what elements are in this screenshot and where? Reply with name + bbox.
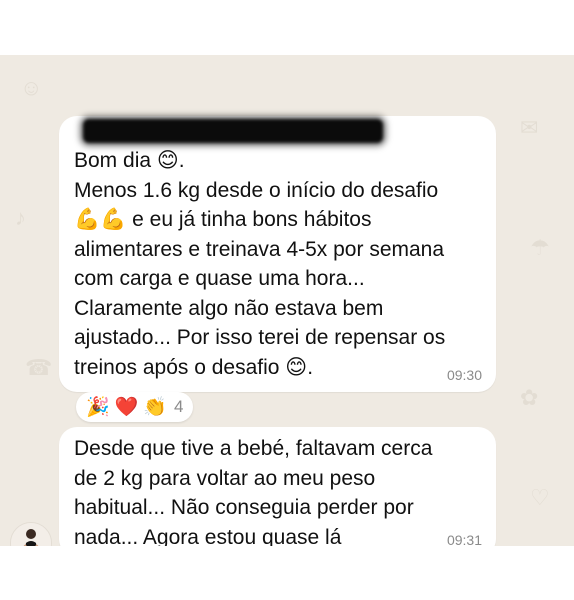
- reactions-bar[interactable]: 🎉 ❤️ 👏 4: [76, 392, 194, 422]
- doodle-icon: ☺: [20, 75, 43, 100]
- doodle-icon: ☂: [530, 235, 550, 260]
- doodle-icon: ✿: [520, 385, 539, 410]
- chat-area: ☺ ✉ ☂ ♪ ☎ ✿ ♡ Bom dia 😊. Menos 1.6 kg de…: [0, 55, 574, 546]
- message-bubble[interactable]: Bom dia 😊. Menos 1.6 kg desde o início d…: [59, 116, 496, 392]
- doodle-icon: ♡: [530, 485, 550, 510]
- doodle-icon: ♪: [15, 205, 26, 230]
- party-popper-icon: 🎉: [86, 396, 110, 418]
- reaction-count: 4: [174, 397, 184, 416]
- message-text: Bom dia 😊. Menos 1.6 kg desde o início d…: [74, 149, 446, 379]
- redacted-sender-name: [83, 119, 383, 143]
- message-text: Desde que tive a bebé, faltavam cerca de…: [74, 437, 433, 546]
- doodle-icon: ☎: [25, 355, 53, 380]
- message-timestamp: 09:31: [446, 532, 482, 546]
- avatar[interactable]: [10, 522, 52, 546]
- doodle-icon: ✉: [520, 115, 539, 140]
- message-timestamp: 09:30: [446, 367, 482, 383]
- message-bubble[interactable]: Desde que tive a bebé, faltavam cerca de…: [59, 427, 496, 546]
- heart-icon: ❤️: [114, 396, 139, 418]
- clapping-hands-icon: 👏: [143, 396, 168, 418]
- avatar-image: [11, 523, 51, 546]
